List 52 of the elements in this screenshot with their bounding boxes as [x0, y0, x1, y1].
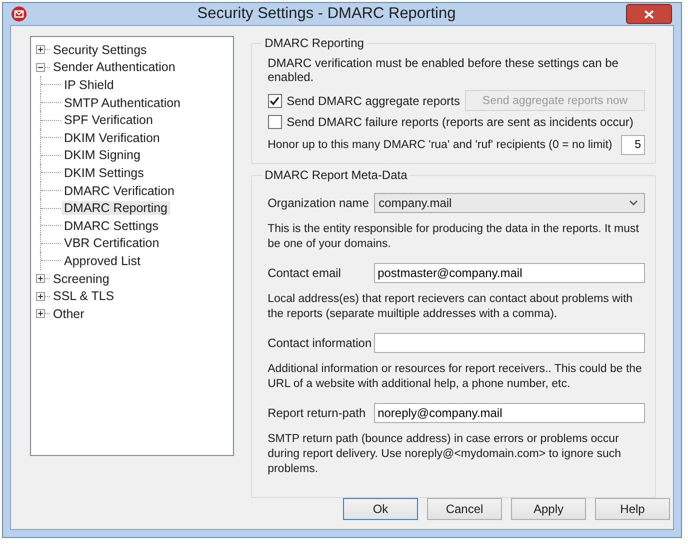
- text-field[interactable]: noreply@company.mail: [374, 403, 645, 423]
- close-icon: [644, 10, 654, 18]
- tree-item[interactable]: IP Shield: [62, 78, 116, 92]
- help-text: Additional information or resources for report receivers.. This could be the URL of a website with additional help, a phone number, etc.: [268, 362, 643, 392]
- checkbox-label: Send DMARC aggregate reports: [286, 94, 460, 108]
- text-field[interactable]: postmaster@company.mail: [374, 263, 645, 283]
- info-text: DMARC verification must be enabled before these settings can be enabled.: [268, 56, 620, 84]
- tree-item[interactable]: SMTP Authentication: [62, 96, 183, 110]
- group-title: DMARC Reporting: [264, 36, 365, 50]
- tree-item[interactable]: Other: [51, 306, 86, 321]
- checkbox-label: Send DMARC failure reports (reports are sent as incidents occur): [286, 114, 634, 128]
- dropdown-value: company.mail: [378, 196, 452, 210]
- tree-item[interactable]: DKIM Settings: [62, 166, 146, 180]
- tree-item[interactable]: DKIM Signing: [62, 148, 142, 162]
- expander-icon[interactable]: [36, 292, 45, 301]
- expander-icon[interactable]: [36, 274, 45, 284]
- tree-item[interactable]: DMARC Settings: [62, 218, 160, 233]
- window-title: Security Settings - DMARC Reporting: [196, 5, 457, 23]
- chevron-down-icon: [629, 200, 638, 206]
- help-text: This is the entity responsible for producing the data in the reports. It must be one of your domains.: [268, 222, 640, 252]
- dialog-button[interactable]: Ok: [343, 498, 418, 520]
- dropdown[interactable]: company.mail: [374, 193, 645, 213]
- tree-item[interactable]: Approved List: [62, 254, 142, 268]
- field-label: Report return-path: [268, 406, 367, 420]
- text-field[interactable]: [374, 333, 645, 353]
- checkbox[interactable]: [268, 94, 282, 108]
- tree-item[interactable]: Security Settings: [51, 42, 149, 57]
- app-logo-icon: [11, 6, 27, 22]
- help-text: Local address(es) that report recievers can contact about problems with the reports (separate muiltiple addresses with a comma).: [268, 292, 634, 322]
- field-label: Contact email: [268, 266, 342, 280]
- tree-item[interactable]: VBR Certification: [62, 236, 162, 250]
- expander-icon[interactable]: [36, 309, 45, 318]
- field-label: Honor up to this many DMARC 'rua' and 'ruf' recipients (0 = no limit): [268, 139, 612, 151]
- field-label: Contact information: [268, 336, 373, 350]
- tree-item[interactable]: SSL & TLS: [51, 289, 116, 304]
- tree-item[interactable]: DKIM Verification: [62, 130, 162, 145]
- dialog-button[interactable]: Cancel: [427, 498, 502, 520]
- help-text: SMTP return path (bounce address) in case errors or problems occur during report delivery. Use noreply@<mydomain.com> to ignore such problems.: [268, 432, 622, 477]
- close-button[interactable]: [626, 4, 672, 24]
- tree-item[interactable]: DMARC Verification: [62, 184, 176, 198]
- dialog-button[interactable]: Apply: [511, 498, 586, 520]
- tree-item[interactable]: DMARC Reporting: [62, 201, 170, 216]
- tree-item[interactable]: SPF Verification: [62, 113, 155, 128]
- dialog-button[interactable]: Help: [595, 498, 670, 520]
- number-field[interactable]: 5: [621, 135, 645, 155]
- expander-icon[interactable]: [36, 45, 45, 54]
- field-label: Organization name: [268, 196, 370, 210]
- expander-icon[interactable]: [36, 62, 45, 72]
- group-title: DMARC Report Meta-Data: [264, 168, 408, 182]
- tree-item[interactable]: Screening: [51, 272, 112, 286]
- tree-item[interactable]: Sender Authentication: [51, 60, 178, 74]
- checkbox[interactable]: [268, 114, 282, 128]
